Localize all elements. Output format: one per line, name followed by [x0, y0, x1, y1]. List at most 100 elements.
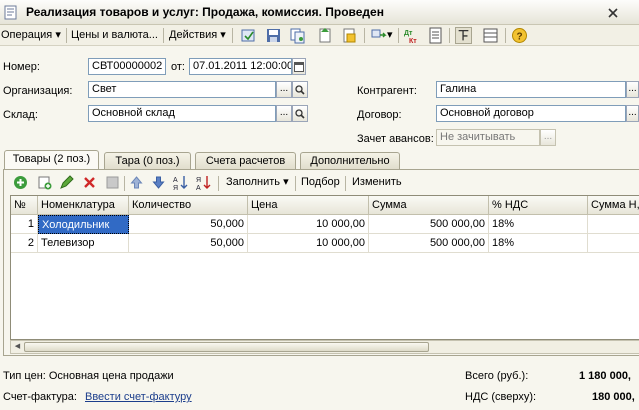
price-cell[interactable]: 10 000,00 [248, 234, 369, 253]
document-icon [4, 5, 17, 20]
sum-cell[interactable]: 500 000,00 [369, 215, 489, 234]
svg-text:Дт: Дт [404, 30, 413, 37]
counterparty-label: Контрагент: [357, 85, 417, 97]
svg-text:Я: Я [173, 185, 178, 191]
pick-button[interactable]: Подбор [301, 175, 340, 190]
date-field[interactable]: 07.01.2011 12:00:00 [189, 58, 292, 75]
advance-offset-select-button[interactable]: ... [540, 129, 556, 146]
row-number: 2 [11, 234, 38, 253]
edit-row-icon[interactable] [58, 174, 75, 191]
column-header-sum[interactable]: Сумма [369, 196, 489, 215]
row-number: 1 [11, 215, 38, 234]
main-toolbar: Операция ▾ Цены и валюта... Действия ▾ ▾… [0, 25, 639, 46]
tab-settlement-accounts[interactable]: Счета расчетов [195, 152, 296, 169]
organization-select-button[interactable]: ... [276, 81, 292, 98]
organization-label: Организация: [3, 85, 73, 97]
counterparty-select-button[interactable]: ... [626, 81, 639, 98]
horizontal-scrollbar[interactable]: ◀ [10, 340, 639, 354]
contract-label: Договор: [357, 109, 402, 121]
chevron-down-icon: ▾ [283, 176, 289, 188]
vat-sum-cell[interactable] [588, 234, 639, 253]
search-icon[interactable] [292, 105, 308, 122]
quantity-cell[interactable]: 50,000 [129, 215, 248, 234]
tab-goods[interactable]: Товары (2 поз.) [4, 150, 99, 170]
delete-row-icon[interactable] [81, 174, 98, 191]
advance-offset-field[interactable]: Не зачитывать [436, 129, 540, 146]
change-button[interactable]: Изменить [352, 175, 402, 190]
move-up-icon[interactable] [128, 174, 145, 191]
counterparty-field[interactable]: Галина [436, 81, 626, 98]
column-header-price[interactable]: Цена [248, 196, 369, 215]
invoice-label: Счет-фактура: [3, 391, 77, 403]
vat-rate-cell[interactable]: 18% [489, 234, 588, 253]
vat-total-label: НДС (сверху): [465, 391, 537, 403]
price-cell[interactable]: 10 000,00 [248, 215, 369, 234]
quantity-cell[interactable]: 50,000 [129, 234, 248, 253]
vat-rate-cell[interactable]: 18% [489, 215, 588, 234]
warehouse-field[interactable]: Основной склад [88, 105, 276, 122]
column-header-vat-sum[interactable]: Сумма Н, [588, 196, 639, 215]
date-from-label: от: [171, 61, 185, 73]
copy-document-icon[interactable] [289, 27, 306, 44]
svg-text:Я: Я [196, 177, 201, 184]
save-icon[interactable] [265, 27, 282, 44]
column-header-vat-rate[interactable]: % НДС [489, 196, 588, 215]
sort-descending-icon[interactable]: ЯА [195, 174, 212, 191]
sort-ascending-icon[interactable]: АЯ [172, 174, 189, 191]
number-field[interactable]: СВТ00000002 [88, 58, 166, 75]
contract-field[interactable]: Основной договор [436, 105, 626, 122]
move-down-icon[interactable] [150, 174, 167, 191]
goods-table[interactable]: № Номенклатура Количество Цена Сумма % Н… [10, 195, 639, 340]
organization-field[interactable]: Свет [88, 81, 276, 98]
chevron-down-icon: ▾ [220, 29, 226, 41]
hierarchy-icon[interactable] [455, 27, 472, 44]
contract-select-button[interactable]: ... [626, 105, 639, 122]
item-cell[interactable]: Телевизор [38, 234, 129, 253]
copy-row-icon[interactable] [36, 174, 53, 191]
actions-menu[interactable]: Действия ▾ [169, 28, 226, 43]
svg-text:А: А [173, 177, 178, 184]
post-and-close-icon[interactable] [240, 27, 257, 44]
document-yellow-icon[interactable] [341, 27, 358, 44]
operation-menu[interactable]: Операция ▾ [1, 28, 61, 43]
search-icon[interactable] [292, 81, 308, 98]
help-icon[interactable]: ? [511, 27, 528, 44]
column-header-number[interactable]: № [11, 196, 38, 215]
calendar-icon[interactable] [292, 58, 306, 75]
price-type-label: Тип цен: Основная цена продажи [3, 370, 174, 382]
svg-text:?: ? [517, 32, 523, 43]
chevron-down-icon: ▾ [55, 29, 61, 41]
tab-containers[interactable]: Тара (0 поз.) [104, 152, 191, 169]
window-title: Реализация товаров и услуг: Продажа, ком… [26, 5, 384, 19]
structure-icon[interactable] [370, 27, 387, 44]
warehouse-select-button[interactable]: ... [276, 105, 292, 122]
total-value: 1 180 000, [579, 370, 631, 382]
scroll-left-icon[interactable]: ◀ [12, 342, 23, 352]
columns-icon[interactable] [482, 27, 499, 44]
fill-menu[interactable]: Заполнить ▾ [226, 175, 289, 190]
report-icon[interactable] [427, 27, 444, 44]
column-header-quantity[interactable]: Количество [129, 196, 248, 215]
title-bar: Реализация товаров и услуг: Продажа, ком… [0, 0, 639, 25]
number-label: Номер: [3, 61, 40, 73]
advance-offset-label: Зачет авансов: [357, 133, 434, 145]
warehouse-label: Склад: [3, 109, 38, 121]
add-row-icon[interactable] [12, 174, 29, 191]
item-cell[interactable]: Холодильник [38, 215, 129, 234]
close-icon[interactable] [608, 8, 618, 18]
vat-sum-cell[interactable] [588, 215, 639, 234]
scrollbar-thumb[interactable] [24, 342, 429, 352]
sum-cell[interactable]: 500 000,00 [369, 234, 489, 253]
debit-credit-icon[interactable]: ДтКт [403, 27, 420, 44]
document-green-icon[interactable] [317, 27, 334, 44]
enter-invoice-link[interactable]: Ввести счет-фактуру [85, 389, 192, 405]
svg-text:А: А [196, 185, 201, 191]
column-header-item[interactable]: Номенклатура [38, 196, 129, 215]
chevron-down-icon[interactable]: ▾ [387, 28, 393, 43]
total-label: Всего (руб.): [465, 370, 529, 382]
vat-total-value: 180 000, [592, 391, 635, 403]
tab-additional[interactable]: Дополнительно [300, 152, 400, 169]
prices-currency-button[interactable]: Цены и валюта... [71, 28, 158, 43]
svg-text:Кт: Кт [409, 38, 417, 44]
end-edit-icon [106, 176, 119, 189]
